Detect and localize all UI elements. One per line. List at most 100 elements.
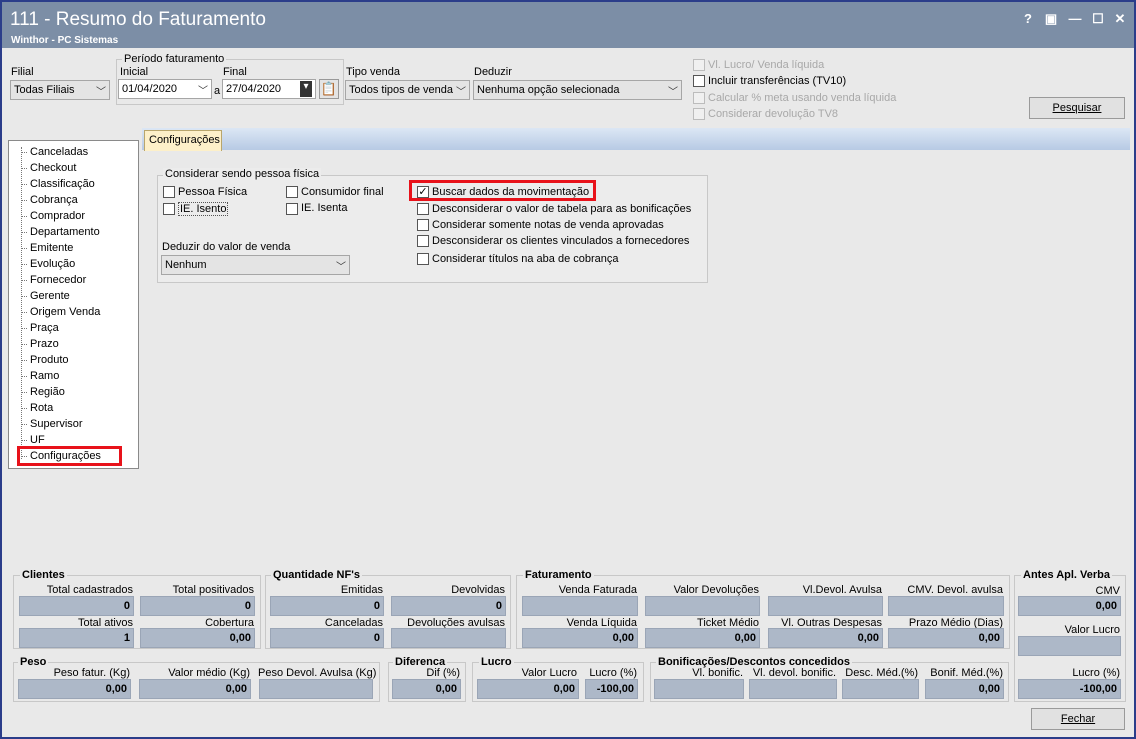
venda-faturada-label: Venda Faturada (558, 584, 637, 596)
tab-configuracoes[interactable]: Configurações (144, 130, 222, 151)
desconsiderar-tabela-checkbox[interactable] (417, 203, 429, 215)
lucro-pct-label: Lucro (%) (589, 667, 637, 679)
notas-aprovadas-checkbox[interactable] (417, 219, 429, 231)
tree-item[interactable]: Departamento (30, 226, 100, 238)
titulos-cobranca-checkbox[interactable] (417, 253, 429, 265)
tree-item[interactable]: Produto (30, 354, 69, 366)
deduzir-select[interactable]: Nenhuma opção selecionada ﹀ (473, 80, 682, 100)
tree-item[interactable]: Supervisor (30, 418, 83, 430)
tree-item[interactable]: Evolução (30, 258, 75, 270)
incluir-transferencias-checkbox[interactable] (693, 75, 705, 87)
highlight-box (409, 180, 596, 201)
lucro-pct-field: -100,00 (585, 679, 638, 699)
deduzir-valor-value: Nenhum (165, 259, 207, 271)
ie-isenta-label: IE. Isenta (301, 202, 348, 214)
deduzir-valor-select[interactable]: Nenhum ﹀ (161, 255, 350, 275)
pesquisar-button[interactable]: Pesquisar (1029, 97, 1125, 119)
nf-title: Quantidade NF's (271, 569, 362, 581)
calcular-meta-checkbox[interactable] (693, 92, 705, 104)
cmv-devol-avulsa-field (888, 596, 1004, 616)
periodo-label: Período faturamento (122, 53, 227, 65)
total-ativos-field: 1 (19, 628, 134, 648)
title-bar: 111 - Resumo do Faturamento Winthor - PC… (2, 2, 1134, 48)
filial-select[interactable]: Todas Filiais ﹀ (10, 80, 110, 100)
desconsiderar-tabela-label: Desconsiderar o valor de tabela para as … (432, 203, 692, 215)
data-final-input[interactable]: 27/04/2020 ▾ (222, 79, 316, 99)
tree-item[interactable]: Comprador (30, 210, 85, 222)
tree-item[interactable]: UF (30, 434, 45, 446)
valor-lucro-antes-field (1018, 636, 1121, 656)
deduzir-value: Nenhuma opção selecionada (477, 84, 620, 96)
canceladas-field: 0 (270, 628, 384, 648)
valor-medio-label: Valor médio (Kg) (168, 667, 250, 679)
peso-fatur-label: Peso fatur. (Kg) (53, 667, 130, 679)
tree-item[interactable]: Canceladas (30, 146, 88, 158)
peso-devol-label: Peso Devol. Avulsa (Kg) (258, 667, 377, 679)
peso-devol-field (259, 679, 373, 699)
valor-devolucoes-field (645, 596, 760, 616)
tree-item[interactable]: Checkout (30, 162, 76, 174)
tree-item[interactable]: Classificação (30, 178, 95, 190)
vl-devol-bonific-field (749, 679, 837, 699)
vl-lucro-checkbox[interactable] (693, 59, 705, 71)
calendar-icon[interactable]: 📋 (319, 79, 339, 99)
valor-medio-field: 0,00 (139, 679, 251, 699)
vl-bonific-field (654, 679, 744, 699)
tipo-venda-value: Todos tipos de venda (349, 84, 453, 96)
ie-isenta-checkbox[interactable] (286, 203, 298, 215)
tree-connector (21, 376, 27, 377)
tree-item[interactable]: Fornecedor (30, 274, 86, 286)
considerar-devolucao-label: Considerar devolução TV8 (708, 108, 839, 120)
vl-devol-avulsa-field (768, 596, 883, 616)
calcular-meta-label: Calcular % meta usando venda líquida (708, 92, 897, 104)
chevron-down-icon: ﹀ (456, 87, 466, 98)
tree-item[interactable]: Origem Venda (30, 306, 100, 318)
pessoa-fisica-checkbox[interactable] (163, 186, 175, 198)
tree-item[interactable]: Rota (30, 402, 53, 414)
tree-item[interactable]: Praça (30, 322, 59, 334)
ie-isento-label: IE. Isento (178, 202, 229, 216)
data-inicial-input[interactable]: 01/04/2020 ﹀ (118, 79, 212, 99)
total-cadastrados-label: Total cadastrados (46, 584, 133, 596)
tree-item[interactable]: Cobrança (30, 194, 78, 206)
data-inicial-value: 01/04/2020 (122, 83, 178, 95)
minimize-icon[interactable]: — (1067, 12, 1083, 26)
devolucoes-avulsas-field (391, 628, 506, 648)
window-subtitle: Winthor - PC Sistemas (11, 35, 119, 46)
valor-lucro-antes-label: Valor Lucro (1064, 624, 1120, 636)
total-positivados-field: 0 (140, 596, 255, 616)
faturamento-title: Faturamento (523, 569, 594, 581)
tree-connector (21, 360, 27, 361)
tree-item[interactable]: Região (30, 386, 65, 398)
deduzir-label: Deduzir (474, 66, 512, 78)
total-positivados-label: Total positivados (172, 584, 254, 596)
help-icon[interactable]: ? (1020, 12, 1036, 26)
consumidor-final-checkbox[interactable] (286, 186, 298, 198)
desc-med-field (842, 679, 919, 699)
ie-isento-checkbox[interactable] (163, 203, 175, 215)
tree-connector (21, 200, 27, 201)
tab-strip (142, 128, 1130, 150)
vl-devol-avulsa-label: Vl.Devol. Avulsa (802, 584, 882, 596)
devolvidas-field: 0 (391, 596, 506, 616)
cmv-devol-avulsa-label: CMV. Devol. avulsa (907, 584, 1003, 596)
filial-label: Filial (11, 66, 34, 78)
restore-icon[interactable]: ▣ (1043, 12, 1059, 26)
fechar-button[interactable]: Fechar (1031, 708, 1125, 730)
tree-connector (21, 328, 27, 329)
tree-item[interactable]: Emitente (30, 242, 73, 254)
close-icon[interactable]: ✕ (1112, 12, 1128, 26)
considerar-devolucao-checkbox[interactable] (693, 108, 705, 120)
tree-item[interactable]: Ramo (30, 370, 59, 382)
maximize-icon[interactable]: ☐ (1090, 12, 1106, 26)
dif-field: 0,00 (392, 679, 461, 699)
tipo-venda-select[interactable]: Todos tipos de venda ﹀ (345, 80, 470, 100)
tree-item[interactable]: Gerente (30, 290, 70, 302)
lucro-pct-antes-field: -100,00 (1018, 679, 1121, 699)
vl-bonific-label: Vl. bonific. (692, 667, 743, 679)
clientes-fornecedores-checkbox[interactable] (417, 235, 429, 247)
tree-connector (21, 264, 27, 265)
incluir-transferencias-label: Incluir transferências (TV10) (708, 75, 847, 87)
tree-item[interactable]: Prazo (30, 338, 59, 350)
highlight-box (17, 446, 122, 466)
